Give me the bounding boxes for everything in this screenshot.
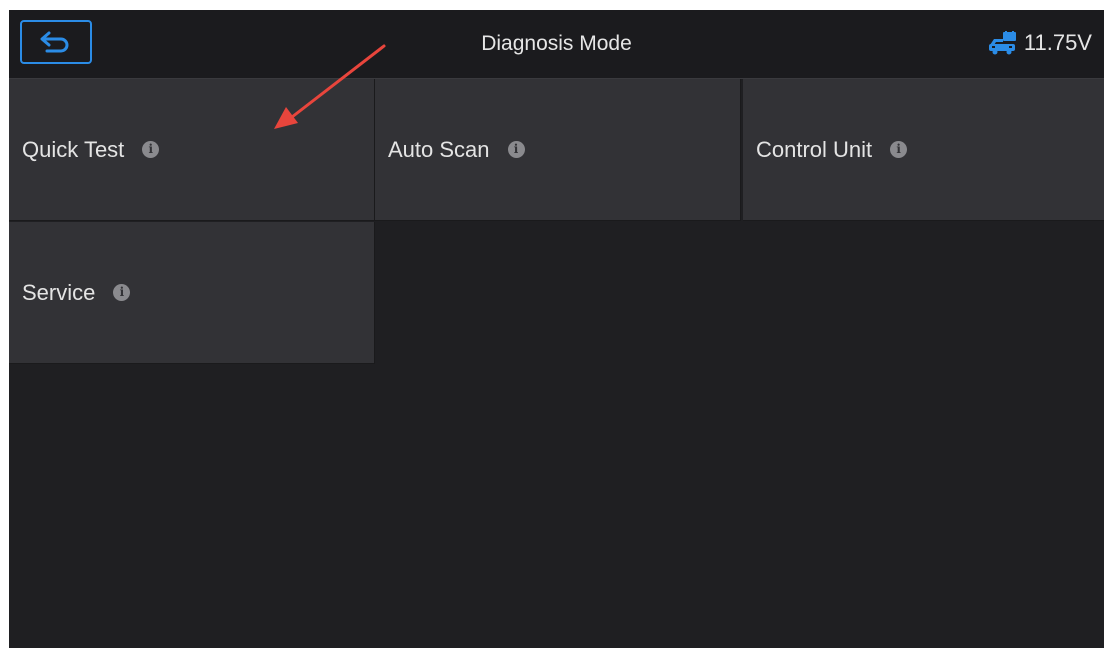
- info-icon[interactable]: i: [142, 141, 160, 158]
- info-icon[interactable]: i: [507, 141, 525, 158]
- page-title: Diagnosis Mode: [481, 32, 632, 55]
- top-bar: Diagnosis Mode 11.75V: [9, 10, 1104, 79]
- voltage-value: 11.75V: [1023, 30, 1092, 55]
- info-icon[interactable]: i: [113, 284, 131, 301]
- auto-scan-tile[interactable]: Auto Scan i: [375, 79, 741, 221]
- tile-label-control-unit: Control Unit: [756, 136, 873, 162]
- diagnosis-screen: Diagnosis Mode 11.75V Quick Test i Auto …: [9, 10, 1104, 648]
- tile-label-quick-test: Quick Test: [22, 136, 125, 162]
- voltage-indicator: 11.75V: [988, 30, 1092, 56]
- quick-test-tile[interactable]: Quick Test i: [9, 79, 375, 221]
- service-tile[interactable]: Service i: [9, 222, 375, 364]
- vehicle-battery-icon: [988, 31, 1016, 55]
- tile-label-service: Service: [22, 279, 96, 305]
- tile-label-auto-scan: Auto Scan: [388, 136, 490, 162]
- info-icon[interactable]: i: [890, 141, 908, 158]
- control-unit-tile[interactable]: Control Unit i: [743, 79, 1104, 221]
